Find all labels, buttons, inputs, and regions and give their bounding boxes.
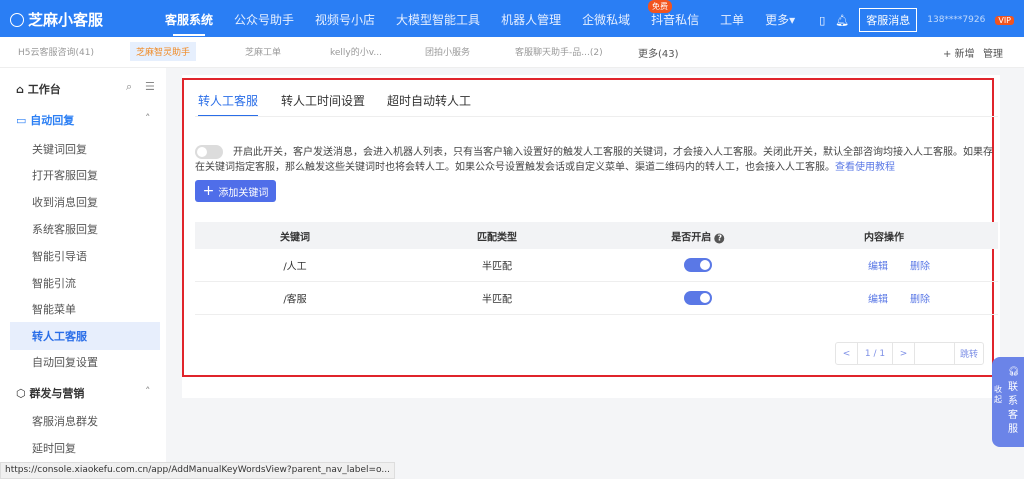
sidebar-item[interactable]: 系统客服回复 — [32, 221, 98, 237]
tutorial-link[interactable]: 查看使用教程 — [835, 162, 895, 173]
nav-item[interactable]: 抖音私信 — [651, 11, 699, 28]
status-bar-url: https://console.xiaokefu.com.cn/app/AddM… — [0, 462, 395, 479]
tab-timeout-transfer[interactable]: 超时自动转人工 — [387, 92, 471, 109]
open-tab[interactable]: 客服聊天助手-品...(2) — [515, 45, 603, 58]
sidebar-item[interactable]: 智能引导语 — [32, 248, 87, 264]
edit-link[interactable]: 编辑 — [868, 291, 888, 306]
sidebar-item[interactable]: 自动回复设置 — [32, 354, 98, 370]
open-tab[interactable]: 团拍小服务 — [425, 45, 470, 58]
enable-toggle[interactable] — [684, 291, 712, 305]
sidebar-item[interactable]: 智能引流 — [32, 275, 76, 291]
logo[interactable]: 芝麻小客服 — [10, 9, 103, 30]
bell-icon[interactable]: 🔔︎ — [835, 14, 849, 27]
description: 开启此开关，客户发送消息，会进入机器人列表，只有当客户输入设置好的触发人工客服的… — [195, 145, 995, 175]
nav-item[interactable]: 客服系统 — [165, 11, 213, 36]
table-row: /人工 半匹配 编辑 删除 — [195, 249, 998, 282]
match-cell: 半匹配 — [482, 261, 512, 273]
help-icon[interactable]: ? — [714, 233, 725, 243]
next-page-button[interactable]: > — [893, 343, 915, 364]
free-badge: 免费 — [648, 0, 672, 13]
main-nav: 客服系统 公众号助手 视频号小店 大模型智能工具 机器人管理 企微私域 抖音私信… — [165, 11, 816, 36]
open-tab[interactable]: 芝麻工单 — [245, 45, 281, 58]
group-label: 群发与营销 — [29, 387, 85, 400]
delete-link[interactable]: 删除 — [910, 258, 930, 273]
nav-item[interactable]: 机器人管理 — [501, 11, 561, 28]
open-tab[interactable]: H5云客服咨询(41) — [18, 45, 94, 58]
menu-icon[interactable]: ☰ — [145, 80, 155, 93]
nav-item[interactable]: 公众号助手 — [234, 11, 294, 28]
sidebar: ⌂ 工作台 ⌕ ☰ ▭ 自动回复 ˄ 关键词回复 打开客服回复 收到消息回复 系… — [0, 68, 166, 462]
nav-item[interactable]: 企微私域 — [582, 11, 630, 28]
col-match: 匹配类型 — [477, 232, 517, 243]
workbench-label: 工作台 — [27, 83, 61, 96]
sidebar-item[interactable]: 收到消息回复 — [32, 194, 98, 210]
match-cell: 半匹配 — [482, 294, 512, 306]
keyword-cell: /客服 — [283, 294, 307, 306]
sidebar-workbench[interactable]: ⌂ 工作台 — [16, 81, 61, 97]
col-enabled-label: 是否开启 — [671, 232, 712, 243]
contact-service-panel[interactable]: 收起 🎧︎ 联系客服 — [992, 357, 1024, 447]
logo-icon — [10, 12, 24, 27]
chevron-up-icon[interactable]: ˄ — [145, 112, 151, 125]
tab-time-settings[interactable]: 转人工时间设置 — [281, 92, 365, 109]
master-toggle[interactable] — [195, 145, 223, 159]
tab-manual-service[interactable]: 转人工客服 — [198, 92, 259, 117]
headset-icon: 🎧︎ — [1008, 367, 1020, 377]
vip-badge: VIP — [995, 15, 1014, 25]
jump-button[interactable]: 跳转 — [955, 343, 983, 364]
sidebar-item-selected[interactable]: 转人工客服 — [10, 322, 160, 350]
prev-page-button[interactable]: < — [836, 343, 858, 364]
col-actions: 内容操作 — [864, 232, 904, 243]
sidebar-item[interactable]: 打开客服回复 — [32, 167, 98, 183]
col-keyword: 关键词 — [280, 232, 310, 243]
nav-item[interactable]: 大模型智能工具 — [396, 11, 480, 28]
add-keyword-label: 添加关键词 — [218, 187, 269, 199]
sidebar-item[interactable]: 关键词回复 — [32, 141, 87, 157]
add-keyword-button[interactable]: + 添加关键词 — [195, 180, 276, 202]
customer-message-button[interactable]: 客服消息 — [859, 8, 918, 32]
pagination: < 1 / 1 > 跳转 — [835, 342, 984, 365]
add-tab-button[interactable]: + 新增 — [943, 45, 975, 60]
nav-item[interactable]: 更多▾ — [765, 11, 795, 28]
sidebar-group-marketing[interactable]: ⬡ 群发与营销 — [16, 385, 84, 401]
open-tab-active[interactable]: 芝麻智灵助手 — [130, 42, 197, 61]
col-enabled: 是否开启 ? — [671, 228, 725, 243]
collapse-button[interactable]: 收起 — [994, 385, 1004, 405]
sidebar-group-auto-reply[interactable]: ▭ 自动回复 — [16, 112, 74, 128]
keyword-cell: /人工 — [283, 261, 307, 273]
more-tabs-dropdown[interactable]: 更多(43) — [638, 45, 679, 60]
open-tabs-bar: H5云客服咨询(41) 芝麻智灵助手 芝麻工单 kelly的小v... 团拍小服… — [0, 37, 1024, 68]
table-row: /客服 半匹配 编辑 删除 — [195, 282, 998, 315]
divider — [195, 116, 998, 117]
page-jump-input[interactable] — [915, 343, 955, 364]
user-account[interactable]: 138****7926 — [927, 15, 985, 25]
plus-icon: + — [202, 183, 215, 199]
open-tab[interactable]: kelly的小v... — [330, 45, 382, 58]
page-indicator: 1 / 1 — [858, 343, 893, 364]
search-icon[interactable]: ⌕ — [126, 80, 132, 94]
group-label: 自动回复 — [30, 114, 75, 127]
manage-button[interactable]: 管理 — [983, 45, 1003, 60]
sidebar-item[interactable]: 智能菜单 — [32, 301, 76, 317]
phone-icon[interactable]: ▯ — [819, 14, 825, 27]
enable-toggle[interactable] — [684, 258, 712, 272]
contact-service-label: 联系客服 — [1008, 382, 1018, 435]
sidebar-item[interactable]: 客服消息群发 — [32, 413, 98, 429]
sidebar-item[interactable]: 延时回复 — [32, 440, 76, 456]
edit-link[interactable]: 编辑 — [868, 258, 888, 273]
nav-item[interactable]: 视频号小店 — [315, 11, 375, 28]
delete-link[interactable]: 删除 — [910, 291, 930, 306]
nav-item[interactable]: 工单 — [720, 11, 744, 28]
table-header: 关键词 匹配类型 是否开启 ? 内容操作 — [195, 222, 998, 249]
top-bar: 芝麻小客服 客服系统 公众号助手 视频号小店 大模型智能工具 机器人管理 企微私… — [0, 0, 1024, 37]
chevron-up-icon[interactable]: ˄ — [145, 385, 151, 398]
